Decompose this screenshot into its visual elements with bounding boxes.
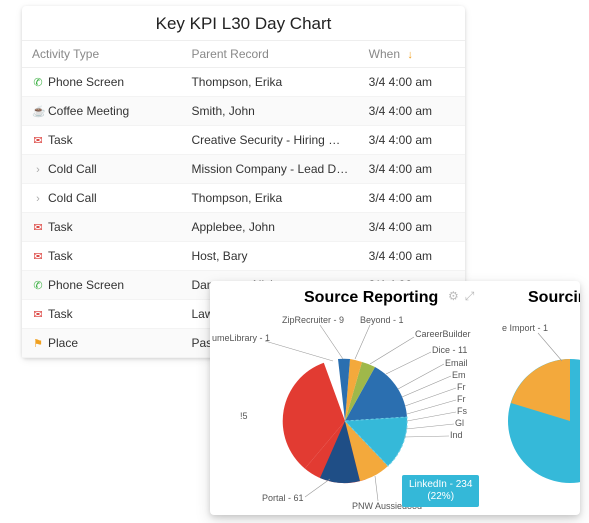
parent-record: Thompson, Erika: [181, 68, 358, 97]
label-ind: Ind: [450, 430, 463, 440]
label-fs: Fs: [457, 406, 467, 416]
activity-label: Place: [48, 336, 78, 350]
when-value: 3/4 4:00 am: [359, 97, 465, 126]
table-row[interactable]: › Cold Call Mission Company - Lead Develo.…: [22, 155, 465, 184]
parent-record: Applebee, John: [181, 213, 358, 242]
chart-tooltip: LinkedIn - 234 (22%): [402, 475, 479, 507]
parent-record: Mission Company - Lead Develo...: [181, 155, 358, 184]
table-row[interactable]: ✉ Task Host, Bary3/4 4:00 am: [22, 242, 465, 271]
sort-arrow-down-icon: ↓: [407, 49, 413, 61]
table-row[interactable]: ✆ Phone Screen Thompson, Erika3/4 4:00 am: [22, 68, 465, 97]
source-reporting-card: Source Reporting ⚙ ⤢ Sourcing and I: [210, 281, 580, 515]
activity-label: Cold Call: [48, 162, 97, 176]
label-email: Email: [445, 358, 468, 368]
label-fr: Fr: [457, 382, 466, 392]
phone-icon: ✆: [32, 279, 44, 292]
cold-icon: ›: [32, 193, 44, 205]
when-value: 3/4 4:00 am: [359, 68, 465, 97]
col-parent-record[interactable]: Parent Record: [181, 41, 358, 68]
activity-label: Phone Screen: [48, 278, 124, 292]
table-header-row: Activity Type Parent Record When ↓: [22, 41, 465, 68]
pie-sourcing[interactable]: [508, 359, 580, 483]
tooltip-line2: (22%): [409, 491, 472, 503]
phone-icon: ✆: [32, 76, 44, 89]
when-value: 3/4 4:00 am: [359, 126, 465, 155]
label-careerbuilder: CareerBuilder: [415, 329, 471, 339]
activity-label: Phone Screen: [48, 75, 124, 89]
coffee-icon: ☕: [32, 105, 44, 118]
when-value: 3/4 4:00 am: [359, 184, 465, 213]
charts-svg: ZipRecruiter - 9 Beyond - 1 umeLibrary -…: [210, 311, 580, 515]
label-beyond: Beyond - 1: [360, 315, 404, 325]
tooltip-line1: LinkedIn - 234: [409, 479, 472, 491]
task-icon: ✉: [32, 134, 44, 147]
label-ziprecruiter: ZipRecruiter - 9: [282, 315, 344, 325]
parent-record: Smith, John: [181, 97, 358, 126]
table-row[interactable]: ✉ Task Applebee, John3/4 4:00 am: [22, 213, 465, 242]
task-icon: ✉: [32, 308, 44, 321]
when-value: 3/4 4:00 am: [359, 155, 465, 184]
chart-title-source-reporting: Source Reporting: [304, 289, 438, 307]
parent-record: Creative Security - Hiring Mana...: [181, 126, 358, 155]
label-unlabeled: !5: [240, 411, 248, 421]
chart-body: ZipRecruiter - 9 Beyond - 1 umeLibrary -…: [210, 311, 580, 515]
label-eimport: e Import - 1: [502, 323, 548, 333]
expand-icon[interactable]: ⤢: [465, 289, 475, 304]
activity-label: Cold Call: [48, 191, 97, 205]
table-row[interactable]: ☕ Coffee Meeting Smith, John3/4 4:00 am: [22, 97, 465, 126]
settings-icon[interactable]: ⚙: [448, 289, 459, 304]
activity-label: Task: [48, 133, 73, 147]
activity-label: Task: [48, 249, 73, 263]
label-gl: Gl: [455, 418, 464, 428]
table-row[interactable]: ✉ Task Creative Security - Hiring Mana...3…: [22, 126, 465, 155]
col-when-label: When: [369, 47, 400, 61]
task-icon: ✉: [32, 250, 44, 263]
label-em: Em: [452, 370, 466, 380]
col-when[interactable]: When ↓: [359, 41, 465, 68]
col-activity-type[interactable]: Activity Type: [22, 41, 181, 68]
activity-label: Coffee Meeting: [48, 104, 129, 118]
activity-label: Task: [48, 220, 73, 234]
activity-label: Task: [48, 307, 73, 321]
table-row[interactable]: › Cold Call Thompson, Erika3/4 4:00 am: [22, 184, 465, 213]
place-icon: ⚑: [32, 337, 44, 350]
table-title: Key KPI L30 Day Chart: [22, 6, 465, 40]
chart-title-sourcing: Sourcing and I: [528, 289, 580, 307]
when-value: 3/4 4:00 am: [359, 242, 465, 271]
label-fr2: Fr: [457, 394, 466, 404]
label-umelibrary: umeLibrary - 1: [212, 333, 270, 343]
when-value: 3/4 4:00 am: [359, 213, 465, 242]
parent-record: Thompson, Erika: [181, 184, 358, 213]
chart-toolbar: ⚙ ⤢: [448, 289, 474, 304]
pie-source-reporting[interactable]: [265, 359, 407, 498]
cold-icon: ›: [32, 164, 44, 176]
label-portal: Portal - 61: [262, 493, 304, 503]
task-icon: ✉: [32, 221, 44, 234]
parent-record: Host, Bary: [181, 242, 358, 271]
label-dice: Dice - 11: [432, 345, 467, 355]
